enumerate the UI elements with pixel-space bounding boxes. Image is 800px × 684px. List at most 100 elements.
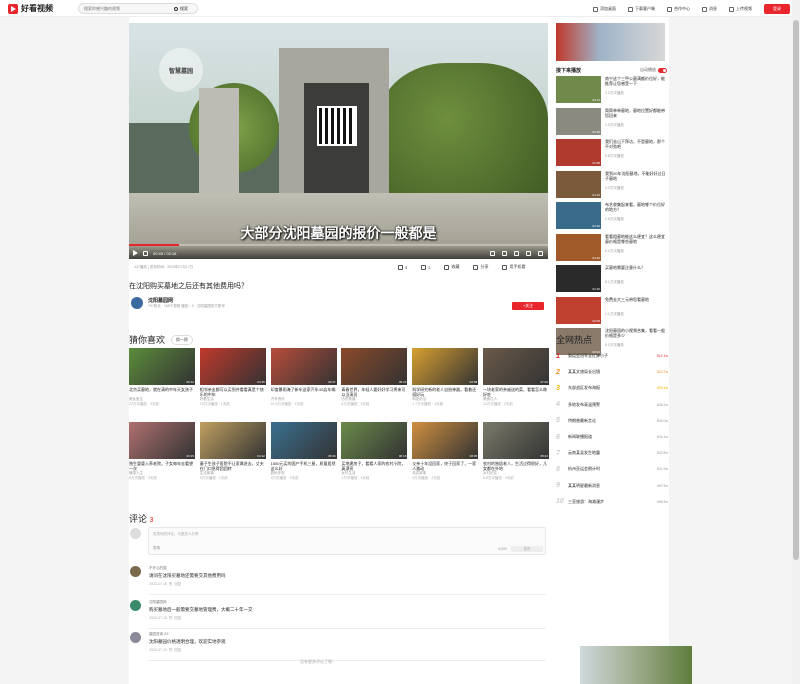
like-button[interactable]: 2 [421, 264, 430, 270]
author-name[interactable]: 沈阳墓园网 [148, 297, 225, 304]
emoji-button[interactable]: 表情 [153, 546, 160, 551]
up-next-title-text[interactable]: 买墓地需要注意什么？ [605, 265, 645, 280]
up-next-thumb[interactable]: 03:40 [556, 233, 601, 261]
up-next-thumb[interactable]: 01:58 [556, 139, 601, 166]
video-card[interactable]: 05:30 1500元买的国产手机三星，质量居然这么好 数码评测 4万次播放 ·… [270, 422, 337, 488]
card-thumb[interactable]: 05:44 [482, 422, 549, 459]
card-thumb[interactable]: 02:58 [412, 348, 479, 385]
card-thumb[interactable]: 03:47 [270, 348, 337, 385]
card-title[interactable]: 印度暴雨淹了新车这家汽车4S店车辆 [271, 387, 337, 397]
comment-reply-button[interactable]: 回复 [174, 648, 181, 652]
up-next-item[interactable]: 03:12 南宁这个三甲公墓满额价位好，能推荐让您感受一下 1.2万次播放 [556, 76, 668, 108]
add-desktop-link[interactable]: 添加桌面 [593, 6, 616, 12]
messages-link[interactable]: 消息 [702, 6, 717, 12]
hot-item[interactable]: 5 特朗普最新言论 506.0w [556, 413, 668, 429]
hot-text[interactable]: 特朗普最新言论 [568, 418, 653, 424]
logo[interactable]: 好看视频 [8, 3, 53, 14]
favorite-button[interactable]: 收藏 [444, 264, 459, 270]
up-next-thumb[interactable]: 02:05 [556, 296, 601, 324]
floating-mini-player[interactable] [580, 646, 692, 684]
video-card[interactable]: 06:12 北京买墓地，就在清的中年天女孩子 美女医生 22万次播放 · 3天前 [129, 348, 195, 414]
card-thumb[interactable]: 05:30 [270, 422, 337, 459]
send-button[interactable]: 发布 [511, 546, 543, 552]
toggle-switch[interactable] [658, 67, 667, 73]
card-thumb[interactable]: 04:42 [199, 422, 266, 459]
hot-item[interactable]: 2 某某文旅局长出镜 510.7w [556, 364, 668, 380]
refresh-button[interactable]: 换一换 [171, 335, 193, 345]
hot-item[interactable]: 4 多地发布高温预警 508.2w [556, 397, 668, 413]
side-video-thumb[interactable] [556, 23, 665, 61]
card-thumb[interactable]: 03:15 [129, 422, 195, 459]
scrollbar-thumb[interactable] [793, 20, 799, 560]
up-next-title-text[interactable]: 南宁这个三甲公墓满额价位好，能推荐让您感受一下 [605, 76, 668, 91]
card-title[interactable]: 科学研究新的老人自拍神器，看着还挺好玩 [412, 387, 478, 397]
hot-text[interactable]: 某某文旅局长出镜 [568, 369, 653, 375]
fullscreen-icon[interactable] [538, 251, 543, 256]
video-card[interactable]: 05:44 农村的独居老人，生活过得很好，儿女都在外地 乡村纪实 6.8万次播放… [482, 422, 549, 488]
up-next-item[interactable]: 01:20 买墓地需要注意什么？ 8.1万次播放 [556, 265, 668, 297]
up-next-title-text[interactable]: 看看租墓地能这么便宜？这么便宜墓价格是哪些墓地 [605, 234, 668, 249]
up-next-item[interactable]: 03:40 看看租墓地能这么便宜？这么便宜墓价格是哪些墓地 5.4万次播放 [556, 233, 668, 266]
hot-item[interactable]: 7 云南某县发生地震 502.8w [556, 445, 668, 461]
hot-item[interactable]: 3 东部战区发布海报 509.4w [556, 380, 668, 396]
login-button[interactable]: 登录 [764, 4, 790, 14]
author-avatar[interactable] [131, 297, 143, 309]
card-thumb[interactable]: 07:03 [482, 348, 549, 385]
comment-user[interactable]: 不开心的猫 [149, 566, 226, 571]
card-title[interactable]: 农村的独居老人，生活过得很好，儿女都在外地 [483, 461, 549, 471]
comment-user[interactable]: 沈阳墓园网 [149, 600, 253, 605]
comment-user[interactable]: 墓园咨询 ZX [149, 632, 226, 637]
card-thumb[interactable]: 08:05 [412, 422, 479, 459]
video-card[interactable]: 05:20 青春世界，年轻人要好好学习将来可以当演员 历史频道 6万次播放 · … [341, 348, 408, 414]
comment-count-button[interactable]: 3 [398, 264, 407, 270]
upload-link[interactable]: 上传视频 [729, 6, 752, 12]
cooperation-link[interactable]: 合作中心 [667, 6, 690, 12]
card-thumb[interactable]: 06:12 [129, 348, 195, 385]
card-title[interactable]: 独生婆婆入养老院，子女每年去看望一次 [129, 461, 195, 471]
up-next-item[interactable]: 04:10 我到20年沈阳墓地，不能好好过日子墓地 3.2万次播放 [556, 170, 668, 203]
search-button[interactable]: 搜索 [174, 6, 188, 12]
hot-text[interactable]: 杭州亚运会倒计时 [568, 466, 653, 472]
hot-item[interactable]: 8 杭州亚运会倒计时 501.9w [556, 461, 668, 477]
play-icon[interactable] [133, 250, 138, 256]
search-input[interactable] [79, 6, 174, 11]
mobile-watch-button[interactable]: 用手机看 [502, 264, 525, 270]
comment-input[interactable]: 发表你的评论，与更多人分享 表情 0/300 发布 [148, 527, 546, 555]
up-next-item[interactable]: 02:05 免费去大三元带您看墓地 1.1万次播放 [556, 296, 668, 329]
card-thumb[interactable]: 06:18 [341, 422, 408, 459]
hot-text[interactable]: 东部战区发布海报 [568, 385, 653, 391]
card-title[interactable]: 北京买墓地，就在清的中年天女孩子 [129, 387, 195, 397]
video-card[interactable]: 08:05 父亲十年没回家，终于回家了，一家人激动 真实故事 4万次播放 · 2… [412, 422, 479, 488]
follow-button[interactable]: +关注 [512, 302, 544, 310]
up-next-thumb[interactable]: 01:20 [556, 265, 601, 292]
card-thumb[interactable]: 04:35 [199, 348, 266, 385]
video-card[interactable]: 03:47 印度暴雨淹了新车这家汽车4S店车辆 汽车资讯 21.6万次播放 · … [270, 348, 337, 414]
next-icon[interactable] [143, 250, 148, 256]
up-next-item[interactable]: 02:30 布艺收集起来看，墓地哪个价位好的地方？ 2.6万次播放 [556, 202, 668, 234]
pip-icon[interactable] [514, 251, 519, 256]
settings-icon[interactable] [502, 251, 507, 256]
comment-avatar[interactable] [130, 566, 141, 577]
comment-reply-button[interactable]: 回复 [174, 582, 181, 586]
up-next-item[interactable]: 02:45 简简单单墓地，墓地位置好都能带您回来 1.5万次播放 [556, 107, 668, 140]
video-card[interactable]: 03:15 独生婆婆入养老院，子女每年去看望一次 情感人生 8万次播放 · 3天… [129, 422, 195, 488]
up-next-title-text[interactable]: 布艺收集起来看，墓地哪个价位好的地方？ [605, 202, 668, 217]
hot-text[interactable]: 新闻联播报道 [568, 434, 653, 440]
comment-avatar[interactable] [130, 600, 141, 611]
up-next-thumb[interactable]: 04:10 [556, 170, 601, 198]
up-next-title-text[interactable]: 免费去大三元带您看墓地 [605, 297, 649, 312]
comment-like-button[interactable]: 赞 [169, 582, 173, 586]
hot-item[interactable]: 6 新闻联播报道 504.1w [556, 429, 668, 445]
up-next-thumb[interactable]: 03:12 [556, 76, 601, 103]
card-thumb[interactable]: 05:20 [341, 348, 408, 385]
card-title[interactable]: 父亲十年没回家，终于回家了，一家人激动 [412, 461, 478, 471]
comment-avatar[interactable] [130, 632, 141, 643]
video-card[interactable]: 02:58 科学研究新的老人自拍神器，看着还挺好玩 科技前沿 1.7万次播放 ·… [412, 348, 479, 414]
card-title[interactable]: 买地建房子，看看人家的农村小院，真漂亮 [341, 461, 407, 471]
up-next-title-text[interactable]: 我到20年沈阳墓地，不能好好过日子墓地 [605, 171, 668, 186]
hot-item[interactable]: 10 三亚旅游：海滩漫步 496.5w [556, 494, 668, 510]
video-card[interactable]: 04:35 相邻亲友都可以买到并看看真是个快乐的中年 好看生活 19万次播放 ·… [199, 348, 266, 414]
hot-item[interactable]: 9 某某明星最新消息 497.5w [556, 478, 668, 494]
hot-item[interactable]: 1 奥运会冠军全红婵小子 512.1w [556, 348, 668, 364]
comment-reply-button[interactable]: 回复 [174, 616, 181, 620]
